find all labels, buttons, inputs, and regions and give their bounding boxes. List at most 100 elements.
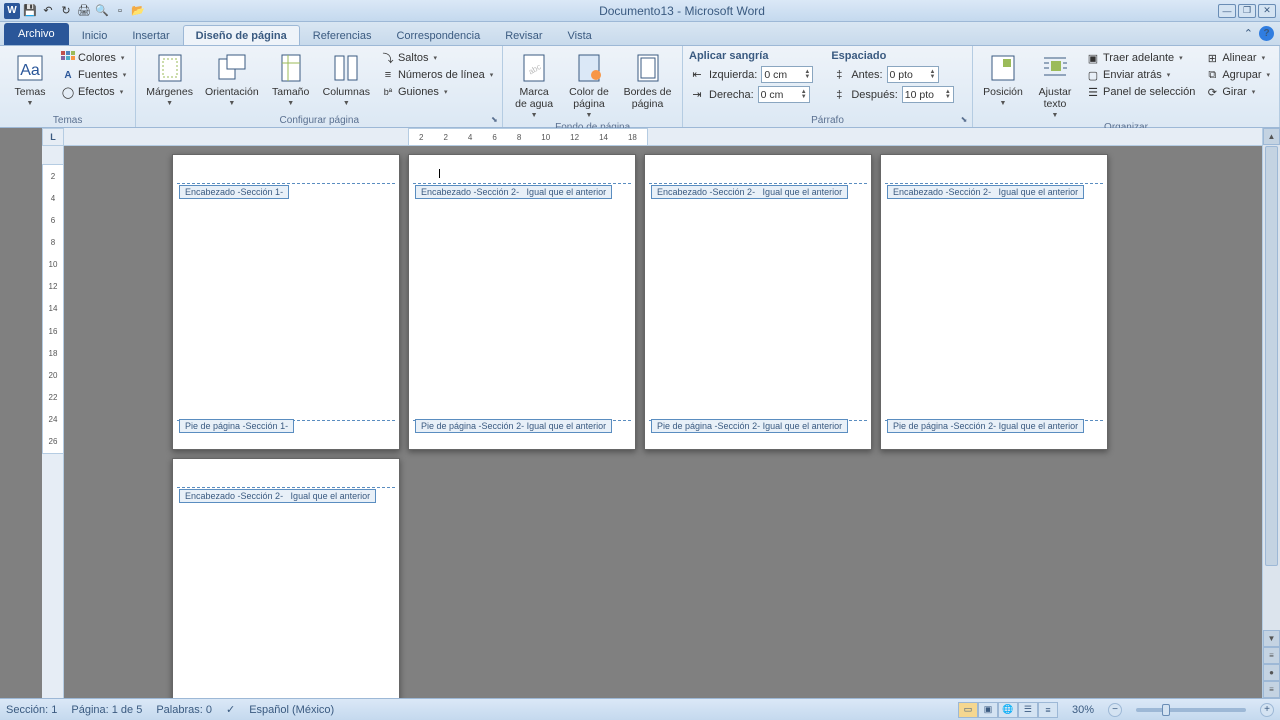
orientation-button[interactable]: Orientación▼ <box>201 50 263 109</box>
position-button[interactable]: Posición▼ <box>979 50 1027 109</box>
breaks-button[interactable]: ⤵Saltos▾ <box>378 50 496 66</box>
send-backward-button[interactable]: ▢Enviar atrás▾ <box>1083 67 1198 83</box>
page-3[interactable]: Encabezado -Sección 2- Igual que el ante… <box>644 154 872 450</box>
redo-icon[interactable]: ↻ <box>58 3 74 19</box>
next-page-button[interactable]: ≡ <box>1263 681 1280 698</box>
tab-review[interactable]: Revisar <box>493 26 554 45</box>
ribbon: Aa Temas▼ Colores▾ AFuentes▾ ◯Efectos▾ T… <box>0 46 1280 128</box>
indent-left-label: Izquierda: <box>709 69 757 81</box>
zoom-level[interactable]: 30% <box>1072 704 1094 716</box>
selection-pane-button[interactable]: ☰Panel de selección <box>1083 84 1198 100</box>
status-words[interactable]: Palabras: 0 <box>156 704 212 716</box>
new-icon[interactable]: ▫ <box>112 3 128 19</box>
header-tag: Encabezado -Sección 1- <box>179 185 289 199</box>
page-1[interactable]: Encabezado -Sección 1-Pie de página -Sec… <box>172 154 400 450</box>
group-page-setup-label: Configurar página <box>142 114 496 127</box>
page-setup-dialog-launcher[interactable]: ⬊ <box>488 113 500 125</box>
footer-tag: Pie de página -Sección 2- Igual que el a… <box>651 419 848 433</box>
zoom-in-button[interactable]: + <box>1260 703 1274 717</box>
open-icon[interactable]: 📂 <box>130 3 146 19</box>
columns-button[interactable]: Columnas▼ <box>319 50 374 109</box>
tab-insert[interactable]: Insertar <box>120 26 181 45</box>
minimize-button[interactable]: ― <box>1218 4 1236 18</box>
header-tag: Encabezado -Sección 2- Igual que el ante… <box>179 489 376 503</box>
spacing-before-icon: ‡ <box>831 68 847 82</box>
paragraph-dialog-launcher[interactable]: ⬊ <box>958 113 970 125</box>
tab-home[interactable]: Inicio <box>70 26 120 45</box>
page-color-button[interactable]: Color de página▼ <box>563 50 615 121</box>
text-cursor <box>439 169 440 178</box>
status-section[interactable]: Sección: 1 <box>6 704 57 716</box>
page-2[interactable]: Encabezado -Sección 2- Igual que el ante… <box>408 154 636 450</box>
app-icon[interactable]: W <box>4 3 20 19</box>
tab-view[interactable]: Vista <box>556 26 604 45</box>
preview-icon[interactable]: 🔍 <box>94 3 110 19</box>
ruler-corner-tab[interactable]: L <box>42 128 64 146</box>
print-icon[interactable]: 🖨 <box>76 3 92 19</box>
browse-object-button[interactable]: ● <box>1263 664 1280 681</box>
group-page-background: abcMarca de agua▼ Color de página▼ Borde… <box>503 46 683 127</box>
scroll-thumb[interactable] <box>1265 146 1278 566</box>
theme-effects-button[interactable]: ◯Efectos▾ <box>58 84 129 100</box>
line-numbers-button[interactable]: ≡Números de línea▾ <box>378 67 496 83</box>
view-print-layout[interactable]: ▭ <box>958 702 978 718</box>
close-button[interactable]: ✕ <box>1258 4 1276 18</box>
horizontal-ruler[interactable]: 2246810121418 <box>64 128 1262 146</box>
status-page[interactable]: Página: 1 de 5 <box>71 704 142 716</box>
indent-heading: Aplicar sangría <box>689 50 813 64</box>
footer-tag: Pie de página -Sección 2- Igual que el a… <box>887 419 1084 433</box>
page-5[interactable]: Encabezado -Sección 2- Igual que el ante… <box>172 458 400 698</box>
spacing-after-input[interactable]: 10 pto▲▼ <box>902 86 954 103</box>
status-language[interactable]: Español (México) <box>249 704 334 716</box>
indent-right-input[interactable]: 0 cm▲▼ <box>758 86 810 103</box>
page-borders-button[interactable]: Bordes de página <box>619 50 676 112</box>
minimize-ribbon-icon[interactable]: ⌃ <box>1244 27 1253 40</box>
prev-page-button[interactable]: ≡ <box>1263 647 1280 664</box>
footer-tag: Pie de página -Sección 2- Igual que el a… <box>415 419 612 433</box>
tab-mail[interactable]: Correspondencia <box>384 26 492 45</box>
themes-button[interactable]: Aa Temas▼ <box>6 50 54 109</box>
scroll-down-button[interactable]: ▼ <box>1263 630 1280 647</box>
status-bar: Sección: 1 Página: 1 de 5 Palabras: 0 ✓ … <box>0 698 1280 720</box>
size-button[interactable]: Tamaño▼ <box>267 50 315 109</box>
header-tag: Encabezado -Sección 2- Igual que el ante… <box>887 185 1084 199</box>
status-proof-icon[interactable]: ✓ <box>226 703 235 716</box>
hyphenation-button[interactable]: bªGuiones▾ <box>378 84 496 100</box>
indent-right-label: Derecha: <box>709 89 754 101</box>
bring-forward-button[interactable]: ▣Traer adelante▾ <box>1083 50 1198 66</box>
indent-left-icon: ⇤ <box>689 68 705 82</box>
tab-file[interactable]: Archivo <box>4 23 69 45</box>
view-full-screen[interactable]: ▣ <box>978 702 998 718</box>
quick-access-toolbar: W 💾 ↶ ↻ 🖨 🔍 ▫ 📂 <box>4 3 146 19</box>
margins-button[interactable]: Márgenes▼ <box>142 50 197 109</box>
help-icon[interactable]: ? <box>1259 26 1274 41</box>
spacing-before-input[interactable]: 0 pto▲▼ <box>887 66 939 83</box>
view-web[interactable]: 🌐 <box>998 702 1018 718</box>
tab-references[interactable]: Referencias <box>301 26 384 45</box>
undo-icon[interactable]: ↶ <box>40 3 56 19</box>
vertical-scrollbar[interactable]: ▲ ▼ ≡ ● ≡ <box>1262 128 1280 698</box>
align-button[interactable]: ⊞Alinear▾ <box>1202 50 1273 66</box>
header-tag: Encabezado -Sección 2- Igual que el ante… <box>415 185 612 199</box>
zoom-out-button[interactable]: − <box>1108 703 1122 717</box>
tab-page-layout[interactable]: Diseño de página <box>183 25 300 45</box>
group-objects-button[interactable]: ⧉Agrupar▾ <box>1202 67 1273 83</box>
indent-left-input[interactable]: 0 cm▲▼ <box>761 66 813 83</box>
group-page-setup: Márgenes▼ Orientación▼ Tamaño▼ Columnas▼… <box>136 46 503 127</box>
rotate-button[interactable]: ⟳Girar▾ <box>1202 84 1273 100</box>
scroll-up-button[interactable]: ▲ <box>1263 128 1280 145</box>
document-canvas[interactable]: Encabezado -Sección 1- Pie de página -Sec… <box>64 146 1262 698</box>
watermark-button[interactable]: abcMarca de agua▼ <box>509 50 559 121</box>
theme-colors-button[interactable]: Colores▾ <box>58 50 129 66</box>
indent-right-icon: ⇥ <box>689 88 705 102</box>
restore-button[interactable]: ❐ <box>1238 4 1256 18</box>
view-draft[interactable]: ≡ <box>1038 702 1058 718</box>
wrap-text-button[interactable]: Ajustar texto▼ <box>1031 50 1079 121</box>
ribbon-tabs: Archivo Inicio Insertar Diseño de página… <box>0 22 1280 46</box>
theme-fonts-button[interactable]: AFuentes▾ <box>58 67 129 83</box>
save-icon[interactable]: 💾 <box>22 3 38 19</box>
zoom-slider[interactable] <box>1136 708 1246 712</box>
page-4[interactable]: Encabezado -Sección 2- Igual que el ante… <box>880 154 1108 450</box>
view-outline[interactable]: ☰ <box>1018 702 1038 718</box>
vertical-ruler[interactable]: 2468101214161820222426 <box>42 146 64 698</box>
